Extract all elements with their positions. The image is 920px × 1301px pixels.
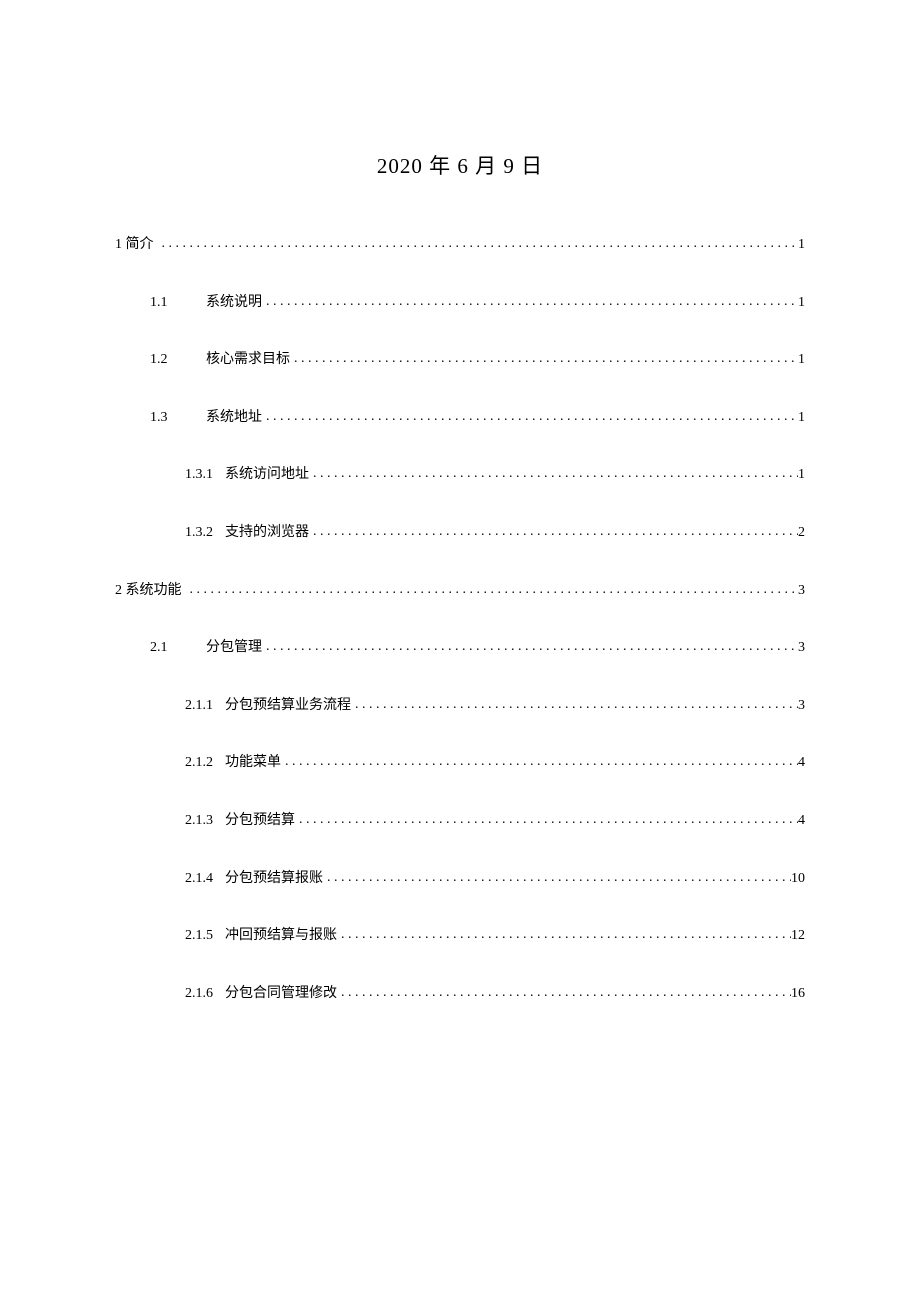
document-page: 2020 年 6 月 9 日 1 简介11.1系统说明11.2核心需求目标11.… bbox=[0, 0, 920, 1003]
toc-entry[interactable]: 2.1.3 分包预结算 4 bbox=[115, 811, 805, 831]
toc-entry-page: 10 bbox=[791, 869, 805, 889]
toc-entry[interactable]: 1.2 核心需求目标 1 bbox=[115, 350, 805, 370]
toc-entry-title: 核心需求目标 bbox=[206, 350, 290, 370]
toc-leader-dots bbox=[309, 522, 798, 542]
toc-leader-dots bbox=[323, 868, 791, 888]
toc-entry-number: 2.1 bbox=[150, 638, 178, 658]
toc-entry-page: 3 bbox=[798, 581, 805, 601]
toc-entry[interactable]: 1.3.1 系统访问地址 1 bbox=[115, 465, 805, 485]
date-heading: 2020 年 6 月 9 日 bbox=[115, 150, 805, 180]
toc-entry-page: 12 bbox=[791, 926, 805, 946]
toc-leader-dots bbox=[262, 637, 798, 657]
toc-entry-page: 1 bbox=[798, 408, 805, 428]
toc-entry[interactable]: 2.1.4 分包预结算报账 10 bbox=[115, 869, 805, 889]
toc-leader-dots bbox=[186, 580, 799, 600]
toc-entry-page: 1 bbox=[798, 235, 805, 255]
toc-entry-number: 1.3 bbox=[150, 408, 178, 428]
toc-entry-number: 1.2 bbox=[150, 350, 178, 370]
toc-entry-title: 支持的浏览器 bbox=[225, 523, 309, 543]
toc-leader-dots bbox=[290, 349, 798, 369]
toc-leader-dots bbox=[262, 292, 798, 312]
toc-leader-dots bbox=[337, 925, 791, 945]
toc-leader-dots bbox=[309, 464, 798, 484]
toc-entry-number: 1.3.1 bbox=[185, 465, 213, 485]
toc-entry[interactable]: 2.1.1 分包预结算业务流程 3 bbox=[115, 696, 805, 716]
table-of-contents: 1 简介 1 1.1 系统说明 1 1.2 核心需求目标 1 1.3 系统地址 1 1.3.1 系统访问… bbox=[115, 235, 805, 1003]
toc-entry-number: 2.1.5 bbox=[185, 926, 213, 946]
toc-entry-title: 冲回预结算与报账 bbox=[225, 926, 337, 946]
toc-entry-number: 2.1.6 bbox=[185, 984, 213, 1004]
toc-entry[interactable]: 1.1 系统说明 1 bbox=[115, 293, 805, 313]
toc-leader-dots bbox=[158, 234, 799, 254]
toc-entry-page: 1 bbox=[798, 465, 805, 485]
toc-leader-dots bbox=[295, 810, 798, 830]
toc-entry-page: 1 bbox=[798, 293, 805, 313]
toc-entry-page: 1 bbox=[798, 350, 805, 370]
toc-entry-number: 2.1.1 bbox=[185, 696, 213, 716]
toc-entry-title: 分包合同管理修改 bbox=[225, 984, 337, 1004]
toc-entry[interactable]: 2 系统功能 3 bbox=[115, 581, 805, 601]
toc-leader-dots bbox=[281, 752, 798, 772]
toc-entry[interactable]: 2.1 分包管理 3 bbox=[115, 638, 805, 658]
toc-entry-number: 2.1.2 bbox=[185, 753, 213, 773]
toc-entry-title: 分包预结算报账 bbox=[225, 869, 323, 889]
toc-entry-number: 2.1.3 bbox=[185, 811, 213, 831]
toc-entry-number: 2.1.4 bbox=[185, 869, 213, 889]
toc-leader-dots bbox=[337, 983, 791, 1003]
toc-leader-dots bbox=[262, 407, 798, 427]
toc-entry[interactable]: 2.1.6 分包合同管理修改 16 bbox=[115, 984, 805, 1004]
toc-entry-number: 1 简介 bbox=[115, 235, 154, 255]
toc-leader-dots bbox=[351, 695, 798, 715]
toc-entry-title: 分包预结算业务流程 bbox=[225, 696, 351, 716]
toc-entry-title: 系统说明 bbox=[206, 293, 262, 313]
toc-entry-title: 分包预结算 bbox=[225, 811, 295, 831]
toc-entry-title: 系统地址 bbox=[206, 408, 262, 428]
toc-entry-title: 系统访问地址 bbox=[225, 465, 309, 485]
toc-entry[interactable]: 2.1.2 功能菜单 4 bbox=[115, 753, 805, 773]
toc-entry[interactable]: 1.3 系统地址 1 bbox=[115, 408, 805, 428]
toc-entry[interactable]: 2.1.5 冲回预结算与报账 12 bbox=[115, 926, 805, 946]
toc-entry-title: 功能菜单 bbox=[225, 753, 281, 773]
toc-entry-number: 2 系统功能 bbox=[115, 581, 182, 601]
toc-entry-page: 16 bbox=[791, 984, 805, 1004]
toc-entry[interactable]: 1.3.2 支持的浏览器 2 bbox=[115, 523, 805, 543]
toc-entry-page: 2 bbox=[798, 523, 805, 543]
toc-entry[interactable]: 1 简介 1 bbox=[115, 235, 805, 255]
toc-entry-title: 分包管理 bbox=[206, 638, 262, 658]
toc-entry-page: 4 bbox=[798, 753, 805, 773]
toc-entry-number: 1.1 bbox=[150, 293, 178, 313]
toc-entry-number: 1.3.2 bbox=[185, 523, 213, 543]
toc-entry-page: 3 bbox=[798, 696, 805, 716]
toc-entry-page: 3 bbox=[798, 638, 805, 658]
toc-entry-page: 4 bbox=[798, 811, 805, 831]
